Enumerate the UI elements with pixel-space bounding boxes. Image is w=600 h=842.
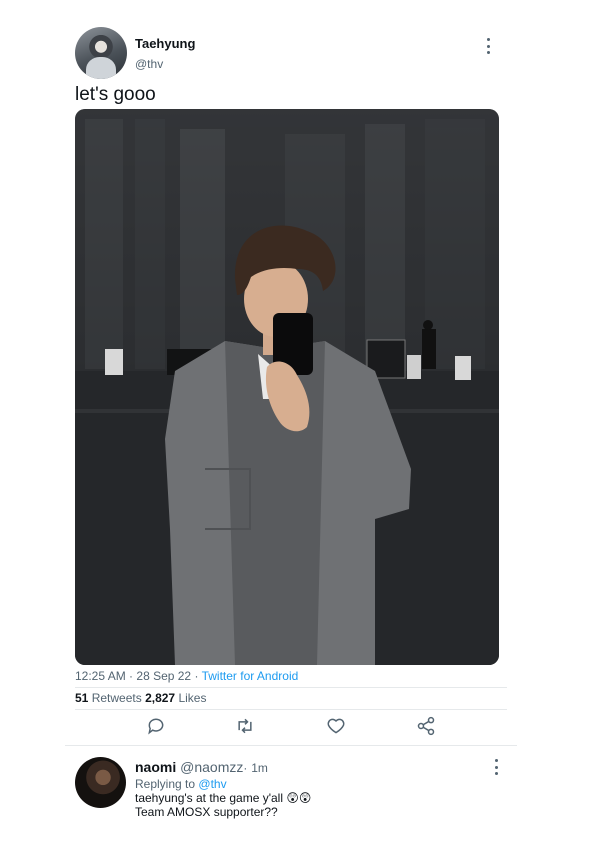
replying-to: Replying to @thv — [135, 777, 227, 791]
tweet-time: 12:25 AM — [75, 669, 126, 683]
more-options-icon[interactable] — [495, 759, 499, 775]
reply-author-avatar[interactable] — [75, 757, 126, 808]
reply-header: naomi @naomzz· 1m — [135, 759, 268, 775]
more-options-icon[interactable] — [487, 38, 491, 54]
share-icon[interactable] — [416, 716, 436, 736]
likes-count: 2,827 — [145, 691, 176, 705]
meta-separator: · — [194, 669, 199, 683]
retweets-label: Retweets — [91, 691, 142, 705]
author-name[interactable]: Taehyung — [135, 36, 195, 51]
reply-text-line-1: taehyung's at the game y'all 😲😲 — [135, 791, 312, 805]
likes-stat[interactable]: 2,827 Likes — [145, 691, 206, 705]
reply-separator: · — [243, 761, 248, 775]
tweet-stats: 51 Retweets 2,827 Likes — [75, 691, 206, 705]
tweet-meta: 12:25 AM · 28 Sep 22 · Twitter for Andro… — [75, 669, 298, 683]
retweets-count: 51 — [75, 691, 89, 705]
tweet-date: 28 Sep 22 — [136, 669, 192, 683]
reply-icon[interactable] — [146, 716, 166, 736]
tweet-source-link[interactable]: Twitter for Android — [202, 669, 299, 683]
replying-to-handle[interactable]: @thv — [198, 777, 226, 791]
divider — [75, 709, 507, 710]
like-icon[interactable] — [326, 716, 346, 736]
likes-label: Likes — [178, 691, 207, 705]
reply-text-line-2: Team AMOSX supporter?? — [135, 805, 278, 819]
retweets-stat[interactable]: 51 Retweets — [75, 691, 145, 705]
reply-author-handle[interactable]: @naomzz — [180, 759, 243, 775]
replying-label: Replying to — [135, 777, 196, 791]
divider — [65, 745, 517, 746]
divider — [75, 687, 507, 688]
meta-separator: · — [129, 669, 134, 683]
author-handle[interactable]: @thv — [135, 57, 163, 71]
reply-time: 1m — [251, 761, 268, 775]
retweet-icon[interactable] — [235, 716, 255, 736]
tweet-text: let's gooo — [75, 84, 156, 105]
reply-author-name[interactable]: naomi — [135, 759, 176, 775]
tweet-photo[interactable] — [75, 109, 499, 665]
author-avatar[interactable] — [75, 27, 127, 79]
